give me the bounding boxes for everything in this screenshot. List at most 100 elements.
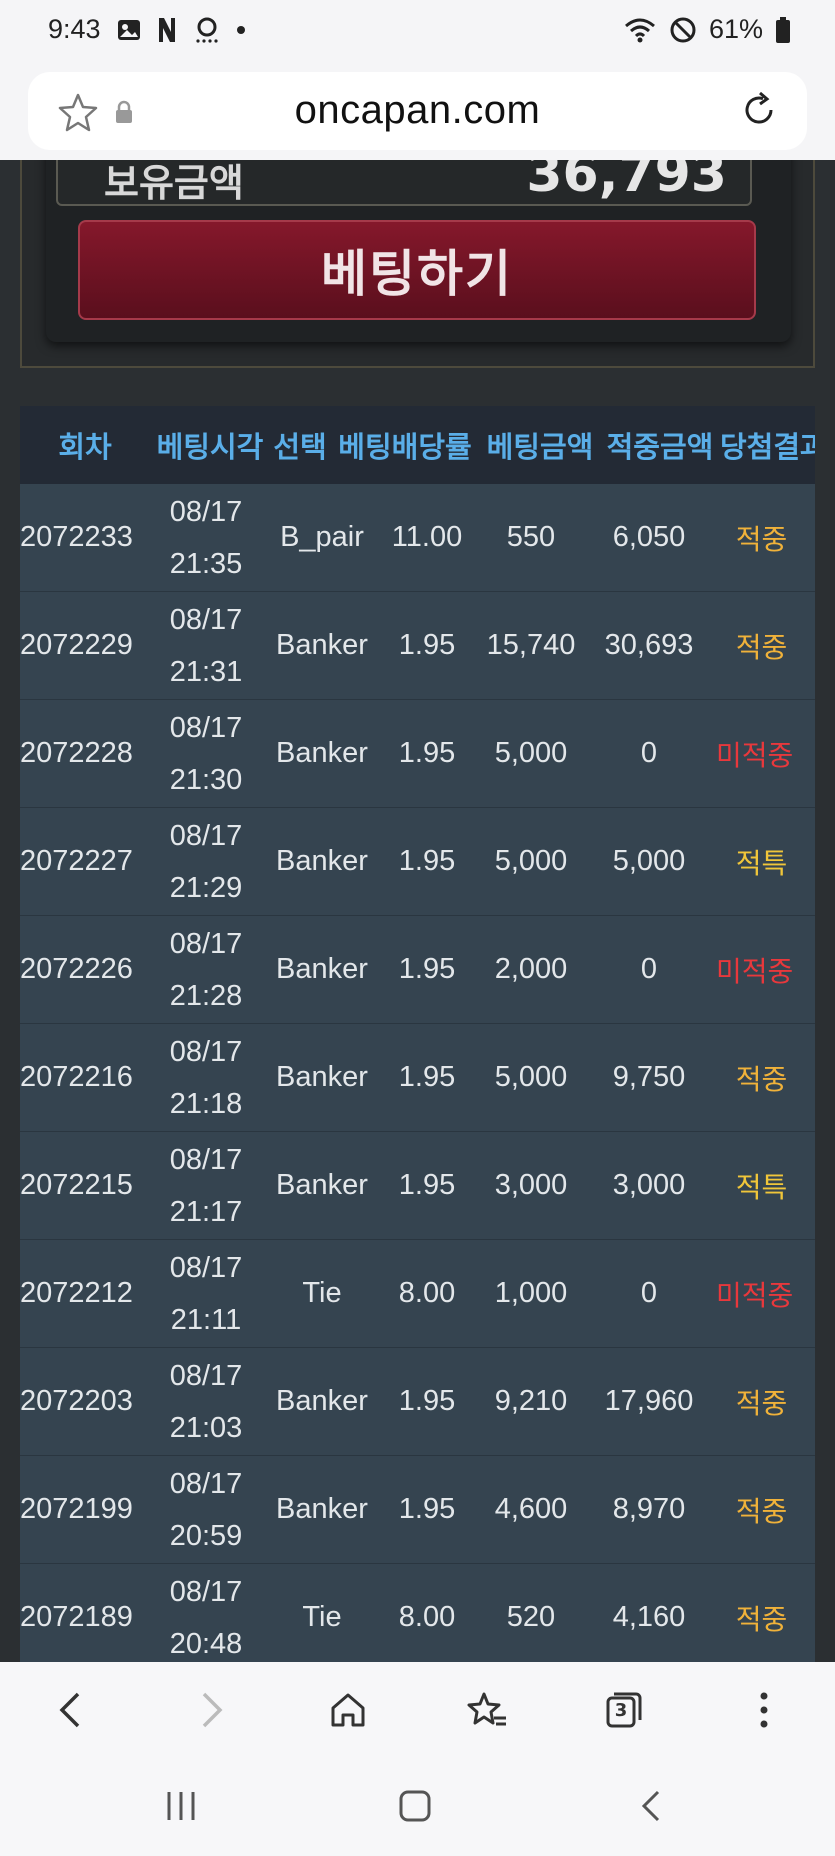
cell-bet-time: 08/17 21:35 bbox=[150, 486, 262, 590]
header-win-amount: 적중금액 bbox=[606, 430, 714, 464]
url-text[interactable]: oncapan.com bbox=[28, 88, 807, 133]
cell-odds: 1.95 bbox=[398, 1061, 456, 1093]
back-button-icon[interactable] bbox=[636, 1790, 664, 1822]
cell-result: 적중 bbox=[735, 630, 788, 664]
cell-win-amount: 5,000 bbox=[612, 845, 686, 877]
cell-choice: Banker bbox=[276, 1169, 368, 1201]
do-not-disturb-icon bbox=[670, 17, 696, 42]
cell-time: 21:03 bbox=[169, 1411, 243, 1444]
url-bar[interactable]: oncapan.com bbox=[28, 72, 807, 150]
back-icon[interactable] bbox=[52, 1690, 88, 1730]
cell-date: 08/17 bbox=[169, 603, 243, 636]
recent-apps-icon[interactable] bbox=[164, 1790, 198, 1822]
balance-label: 보유금액 bbox=[104, 161, 244, 205]
cell-result: 적특 bbox=[735, 1170, 788, 1204]
table-row: 2072203 08/17 21:03 Banker 1.95 9,210 17,960 적중 bbox=[20, 1348, 815, 1456]
cell-round: 2072216 bbox=[20, 1061, 133, 1093]
table-row: 2072189 08/17 20:48 Tie 8.00 520 4,160 적중 bbox=[20, 1564, 815, 1662]
cell-round: 2072227 bbox=[20, 845, 133, 877]
cell-bet-amount: 2,000 bbox=[494, 953, 568, 985]
cell-odds: 1.95 bbox=[398, 1169, 456, 1201]
browser-url-area: oncapan.com bbox=[0, 62, 835, 160]
cell-time: 21:18 bbox=[169, 1087, 243, 1120]
cell-bet-amount: 5,000 bbox=[494, 1061, 568, 1093]
cell-round: 2072199 bbox=[20, 1493, 133, 1525]
cell-bet-time: 08/17 21:18 bbox=[150, 1026, 262, 1130]
cell-date: 08/17 bbox=[169, 1575, 243, 1608]
bookmarks-icon[interactable] bbox=[466, 1690, 508, 1730]
place-bet-button[interactable]: 베팅하기 bbox=[78, 220, 756, 320]
wifi-icon bbox=[624, 18, 655, 42]
cell-bet-amount: 3,000 bbox=[494, 1169, 568, 1201]
image-icon bbox=[118, 20, 140, 40]
cell-choice: Banker bbox=[276, 1385, 368, 1417]
cell-date: 08/17 bbox=[169, 495, 243, 528]
cell-choice: Banker bbox=[276, 1061, 368, 1093]
forward-icon[interactable] bbox=[194, 1690, 230, 1730]
header-bet-time: 베팅시각 bbox=[156, 430, 264, 464]
cell-round: 2072215 bbox=[20, 1169, 133, 1201]
cell-time: 20:59 bbox=[169, 1519, 243, 1552]
cell-result: 미적중 bbox=[716, 954, 794, 988]
cell-odds: 1.95 bbox=[398, 953, 456, 985]
home-icon[interactable] bbox=[328, 1690, 368, 1730]
cell-round: 2072233 bbox=[20, 521, 133, 553]
cell-choice: Tie bbox=[302, 1601, 342, 1633]
cell-bet-amount: 9,210 bbox=[494, 1385, 568, 1417]
cell-bet-amount: 1,000 bbox=[494, 1277, 568, 1309]
cell-win-amount: 0 bbox=[640, 737, 658, 769]
cell-bet-time: 08/17 21:29 bbox=[150, 810, 262, 914]
balance-value: 36,793 bbox=[526, 160, 727, 204]
cell-time: 21:31 bbox=[169, 655, 243, 688]
more-icon[interactable] bbox=[756, 1690, 772, 1730]
cell-result: 적중 bbox=[735, 1062, 788, 1096]
cell-bet-amount: 520 bbox=[506, 1601, 556, 1633]
cell-choice: Banker bbox=[276, 737, 368, 769]
header-result: 당첨결과 bbox=[720, 430, 815, 464]
cell-win-amount: 30,693 bbox=[604, 629, 694, 661]
cell-odds: 8.00 bbox=[398, 1277, 456, 1309]
table-row: 2072226 08/17 21:28 Banker 1.95 2,000 0 미적중 bbox=[20, 916, 815, 1024]
table-row: 2072215 08/17 21:17 Banker 1.95 3,000 3,000 적특 bbox=[20, 1132, 815, 1240]
cell-bet-time: 08/17 21:28 bbox=[150, 918, 262, 1022]
cell-odds: 1.95 bbox=[398, 737, 456, 769]
cell-bet-amount: 550 bbox=[506, 521, 556, 553]
browser-toolbar: 3 bbox=[0, 1662, 835, 1758]
cell-odds: 11.00 bbox=[391, 521, 463, 553]
cell-time: 21:11 bbox=[170, 1303, 242, 1336]
cell-choice: Tie bbox=[302, 1277, 342, 1309]
page-content: 보유금액 36,793 베팅하기 회차 베팅시각 선택 베팅배당률 베팅금액 적… bbox=[0, 160, 835, 1662]
cell-round: 2072229 bbox=[20, 629, 133, 661]
cell-time: 21:35 bbox=[169, 547, 243, 580]
cell-date: 08/17 bbox=[169, 1467, 243, 1500]
cell-time: 21:17 bbox=[169, 1195, 243, 1228]
cell-win-amount: 0 bbox=[640, 1277, 658, 1309]
cell-time: 21:30 bbox=[169, 763, 243, 796]
cell-round: 2072228 bbox=[20, 737, 133, 769]
cell-choice: B_pair bbox=[280, 521, 364, 553]
home-button-icon[interactable] bbox=[398, 1790, 432, 1822]
cell-round: 2072212 bbox=[20, 1277, 133, 1309]
cell-odds: 1.95 bbox=[398, 629, 456, 661]
cell-date: 08/17 bbox=[169, 711, 243, 744]
cell-win-amount: 4,160 bbox=[612, 1601, 686, 1633]
cell-choice: Banker bbox=[276, 845, 368, 877]
cell-result: 적특 bbox=[735, 846, 788, 880]
cell-bet-amount: 5,000 bbox=[494, 845, 568, 877]
cell-result: 적중 bbox=[735, 1494, 788, 1528]
table-row: 2072227 08/17 21:29 Banker 1.95 5,000 5,000 적특 bbox=[20, 808, 815, 916]
cell-result: 미적중 bbox=[716, 738, 794, 772]
reload-icon[interactable] bbox=[739, 90, 779, 130]
cell-date: 08/17 bbox=[169, 927, 243, 960]
cell-round: 2072189 bbox=[20, 1601, 133, 1633]
cell-bet-amount: 4,600 bbox=[494, 1493, 568, 1525]
cell-date: 08/17 bbox=[169, 1035, 243, 1068]
cell-bet-time: 08/17 21:31 bbox=[150, 594, 262, 698]
tabs-button[interactable]: 3 bbox=[604, 1690, 644, 1730]
table-row: 2072199 08/17 20:59 Banker 1.95 4,600 8,970 적중 bbox=[20, 1456, 815, 1564]
cell-bet-time: 08/17 21:30 bbox=[150, 702, 262, 806]
cell-result: 적중 bbox=[735, 522, 788, 556]
table-body: 2072233 08/17 21:35 B_pair 11.00 550 6,050 적중 20… bbox=[20, 484, 815, 1662]
cell-result: 적중 bbox=[735, 1602, 788, 1636]
cell-round: 2072203 bbox=[20, 1385, 133, 1417]
